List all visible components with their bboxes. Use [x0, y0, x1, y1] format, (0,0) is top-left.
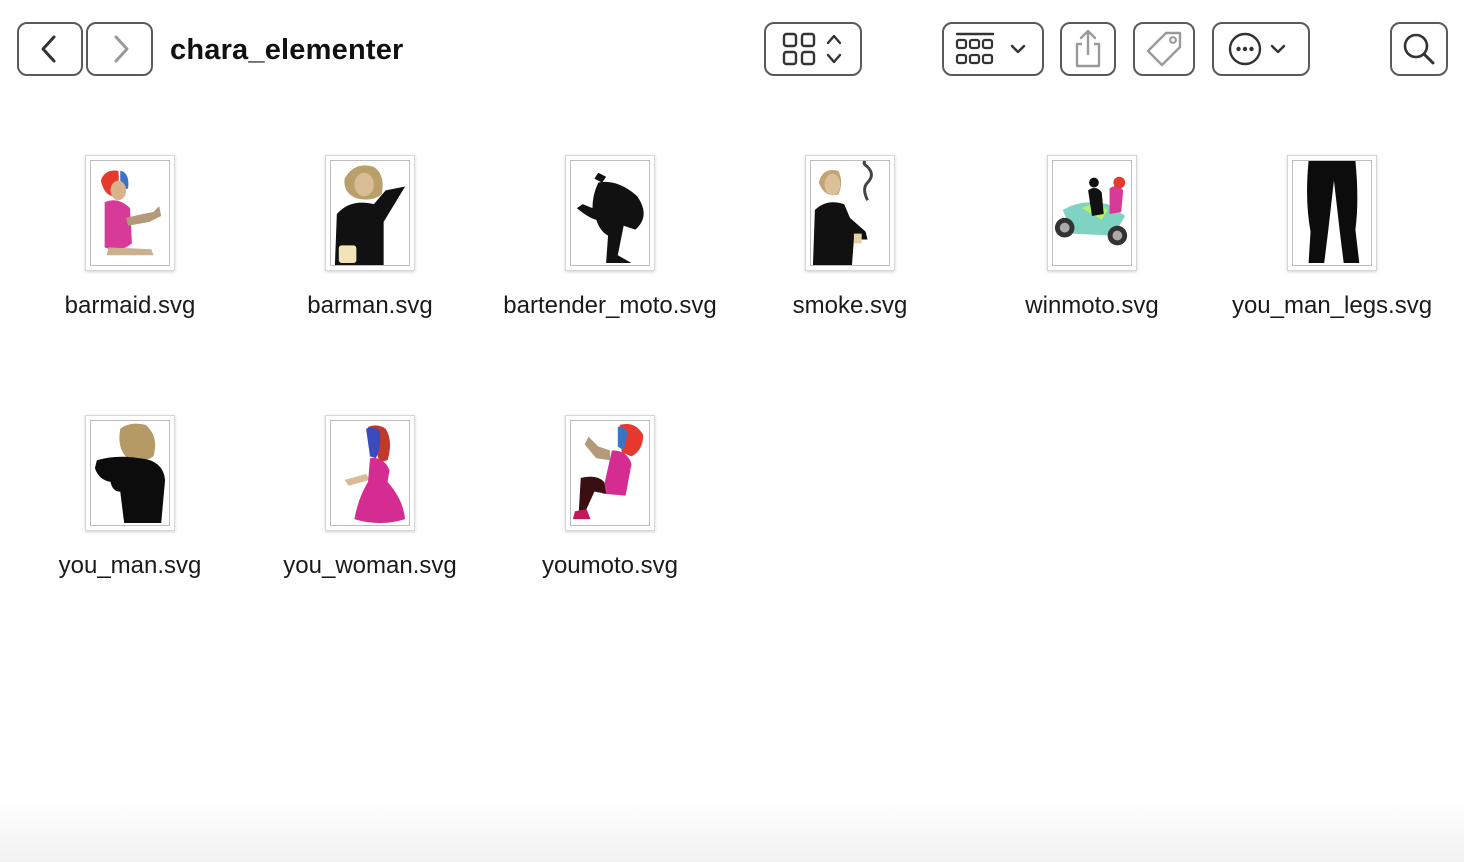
- file-thumbnail: [1287, 155, 1377, 271]
- file-thumbnail: [325, 155, 415, 271]
- file-name: barmaid.svg: [64, 292, 196, 319]
- file-thumbnail: [85, 155, 175, 271]
- file-name: you_woman.svg: [283, 552, 457, 579]
- file-thumbnail: [805, 155, 895, 271]
- file-name: winmoto.svg: [1025, 292, 1159, 319]
- file-name: you_man_legs.svg: [1231, 292, 1433, 319]
- file-thumbnail: [565, 155, 655, 271]
- file-thumbnail: [325, 415, 415, 531]
- file-name: bartender_moto.svg: [503, 292, 717, 319]
- window-bottom-edge: [0, 800, 1464, 862]
- file-grid: barmaid.svg barman.svg bartender_moto.sv…: [0, 0, 1464, 862]
- file-thumbnail: [565, 415, 655, 531]
- file-name: youmoto.svg: [541, 552, 679, 579]
- file-thumbnail: [85, 415, 175, 531]
- file-thumbnail: [1047, 155, 1137, 271]
- file-name: barman.svg: [307, 292, 433, 319]
- file-name: you_man.svg: [58, 552, 202, 579]
- file-name: smoke.svg: [792, 292, 908, 319]
